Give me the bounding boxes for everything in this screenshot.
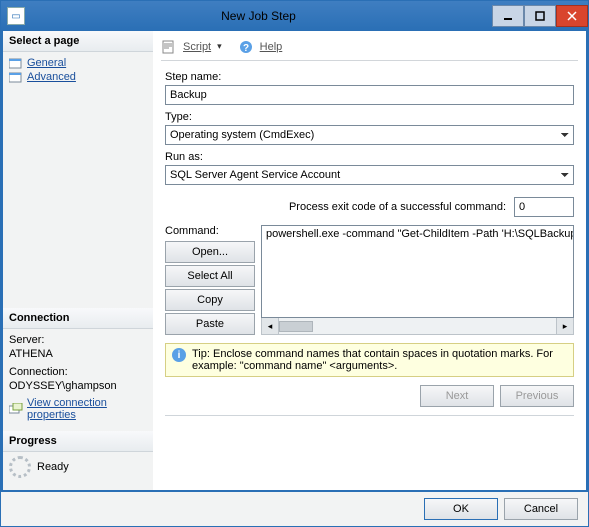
page-advanced[interactable]: Advanced xyxy=(9,70,147,84)
type-select[interactable]: Operating system (CmdExec) xyxy=(165,125,574,145)
window: ▭ New Job Step Select a page xyxy=(0,0,589,527)
command-row: Command: Open... Select All Copy Paste p… xyxy=(165,225,574,335)
cancel-button[interactable]: Cancel xyxy=(504,498,578,520)
command-right: powershell.exe -command "Get-ChildItem -… xyxy=(261,225,574,335)
page-icon xyxy=(9,57,23,69)
command-label: Command: xyxy=(165,225,255,237)
command-hscroll[interactable]: ◂ ▸ xyxy=(261,318,574,335)
open-button[interactable]: Open... xyxy=(165,241,255,263)
window-title: New Job Step xyxy=(25,9,492,23)
select-page-head: Select a page xyxy=(3,31,153,52)
exit-code-row: Process exit code of a successful comman… xyxy=(165,197,574,217)
step-name-input[interactable] xyxy=(165,85,574,105)
close-button[interactable] xyxy=(556,5,588,27)
command-textarea[interactable]: powershell.exe -command "Get-ChildItem -… xyxy=(261,225,574,318)
tip-box: i Tip: Enclose command names that contai… xyxy=(165,343,574,377)
help-icon: ? xyxy=(238,39,254,55)
copy-button[interactable]: Copy xyxy=(165,289,255,311)
scroll-right-icon[interactable]: ▸ xyxy=(556,318,573,334)
page-advanced-label: Advanced xyxy=(27,71,76,83)
progress-ring-icon xyxy=(9,456,31,478)
client-area: Select a page General Advanced Connectio… xyxy=(1,31,588,492)
page-general[interactable]: General xyxy=(9,56,147,70)
paste-button[interactable]: Paste xyxy=(165,313,255,335)
tip-text: Tip: Enclose command names that contain … xyxy=(192,348,567,372)
step-nav: Next Previous xyxy=(165,385,574,407)
command-left: Command: Open... Select All Copy Paste xyxy=(165,225,255,335)
maximize-button[interactable] xyxy=(524,5,556,27)
server-value: ATHENA xyxy=(9,347,147,361)
connection-label: Connection: xyxy=(9,365,147,379)
view-connection-link[interactable]: View connection properties xyxy=(9,397,147,421)
help-button[interactable]: Help xyxy=(260,41,283,53)
toolbar: Script ▾ ? Help xyxy=(161,35,578,61)
previous-button[interactable]: Previous xyxy=(500,385,574,407)
runas-select[interactable]: SQL Server Agent Service Account xyxy=(165,165,574,185)
close-icon xyxy=(567,11,577,21)
page-list: General Advanced xyxy=(3,52,153,88)
minimize-icon xyxy=(503,11,513,21)
titlebar: ▭ New Job Step xyxy=(1,1,588,31)
app-icon: ▭ xyxy=(7,7,25,25)
step-name-label: Step name: xyxy=(165,71,574,83)
right-panel: Script ▾ ? Help Step name: Type: Operati… xyxy=(153,31,586,490)
minimize-button[interactable] xyxy=(492,5,524,27)
view-connection-label: View connection properties xyxy=(27,397,147,421)
page-icon xyxy=(9,71,23,83)
svg-text:?: ? xyxy=(243,43,249,54)
progress-head: Progress xyxy=(3,431,153,452)
page-general-label: General xyxy=(27,57,66,69)
exit-code-input[interactable] xyxy=(514,197,574,217)
maximize-icon xyxy=(535,11,545,21)
scroll-thumb[interactable] xyxy=(279,321,313,332)
runas-label: Run as: xyxy=(165,151,574,163)
connection-value: ODYSSEY\ghampson xyxy=(9,379,147,393)
footer: OK Cancel xyxy=(1,492,588,526)
type-label: Type: xyxy=(165,111,574,123)
connection-head: Connection xyxy=(3,308,153,329)
exit-code-label: Process exit code of a successful comman… xyxy=(289,201,506,213)
script-button[interactable]: Script xyxy=(183,41,211,53)
chevron-down-icon[interactable]: ▾ xyxy=(217,41,222,52)
progress-body: Ready xyxy=(3,452,153,482)
select-all-button[interactable]: Select All xyxy=(165,265,255,287)
left-panel: Select a page General Advanced Connectio… xyxy=(3,31,153,490)
divider xyxy=(165,415,574,416)
scroll-left-icon[interactable]: ◂ xyxy=(262,318,279,334)
connection-body: Server: ATHENA Connection: ODYSSEY\ghamp… xyxy=(3,329,153,425)
info-icon: i xyxy=(172,348,186,362)
script-icon xyxy=(161,39,177,55)
form: Step name: Type: Operating system (CmdEx… xyxy=(161,61,578,416)
progress-state: Ready xyxy=(37,461,69,473)
connection-icon xyxy=(9,403,23,415)
next-button[interactable]: Next xyxy=(420,385,494,407)
server-label: Server: xyxy=(9,333,147,347)
ok-button[interactable]: OK xyxy=(424,498,498,520)
